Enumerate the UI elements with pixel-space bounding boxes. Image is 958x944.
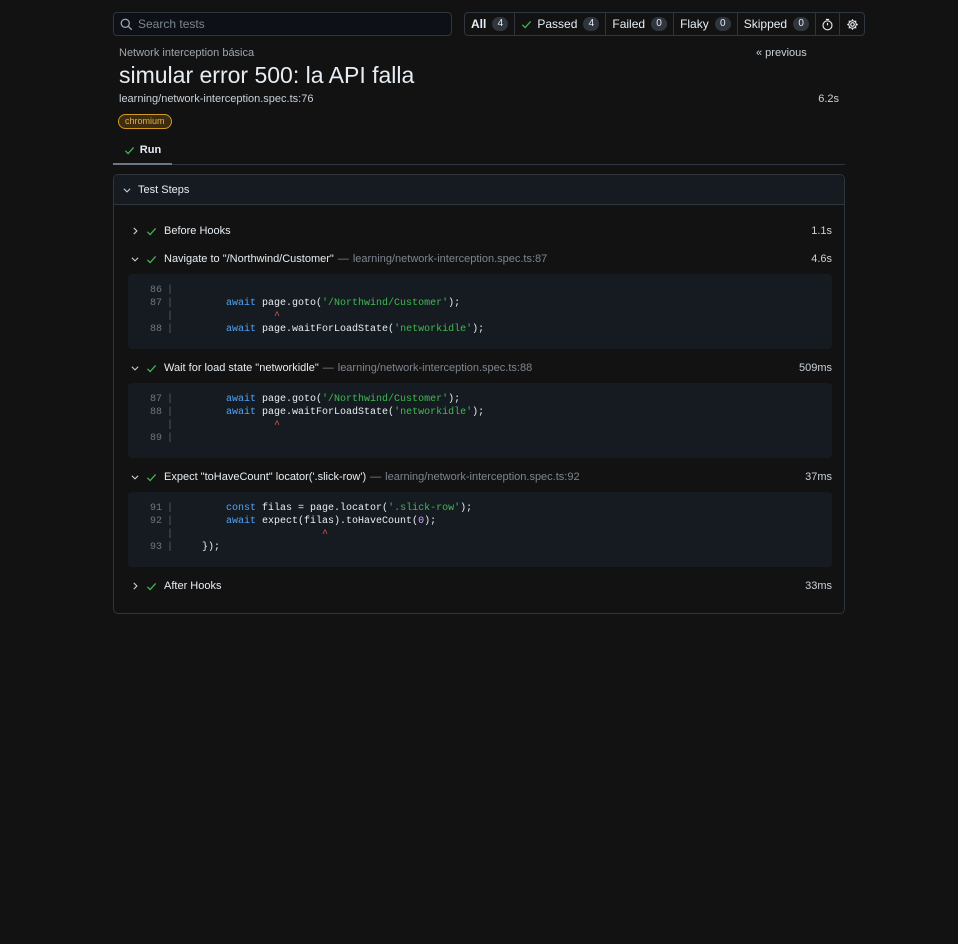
code-line: 92 | await expect(filas).toHaveCount(0); [149,516,437,527]
code-line: 91 | const filas = page.locator('.slick-r… [149,503,473,514]
chevron-down-icon [130,363,142,373]
check-icon [146,581,158,592]
filter-all[interactable]: All 4 [465,13,516,35]
step-navigate[interactable]: Navigate to "/Northwind/Customer" — lear… [130,249,832,269]
step-separator: — [322,362,334,374]
test-steps-title: Test Steps [138,183,190,196]
check-icon [146,254,158,265]
code-line: 88 | await page.waitForLoadState('network… [149,407,485,418]
filter-flaky-label: Flaky [680,17,709,31]
filter-flaky[interactable]: Flaky 0 [674,13,738,35]
project-badge[interactable]: chromium [118,114,172,129]
code-line: | ^ [166,311,281,322]
chevron-down-icon [130,254,142,264]
filter-skipped-label: Skipped [743,17,788,31]
check-icon [124,145,135,156]
code-line: 88 | await page.waitForLoadState('network… [149,324,485,335]
step-after-hooks[interactable]: After Hooks 33ms [130,576,832,596]
check-icon [146,226,158,237]
test-location: learning/network-interception.spec.ts:76 [119,93,314,105]
check-icon [146,363,158,374]
settings-button[interactable] [840,13,864,35]
chevron-down-icon [130,472,142,482]
step-time: 4.6s [811,253,832,265]
stopwatch-icon [821,18,834,31]
filter-all-label: All [471,17,487,31]
test-steps-panel: Test Steps Before Hooks 1.1s Navigate to… [113,174,845,614]
filter-flaky-count: 0 [714,17,731,31]
step-time: 37ms [805,471,832,483]
step-source-link[interactable]: learning/network-interception.spec.ts:88 [338,362,532,374]
tab-run[interactable]: Run [113,137,172,165]
code-line: | ^ [166,420,281,431]
filter-skipped-count: 0 [793,17,810,31]
timing-button[interactable] [816,13,841,35]
breadcrumb: Network interception básica [119,47,255,59]
search-icon [120,18,133,31]
filter-skipped[interactable]: Skipped 0 [738,13,817,35]
code-line: 87 | await page.goto('/Northwind/Customer… [149,394,461,405]
code-snippet: 86 | 87 | await page.goto('/Northwind/Cust… [128,274,832,349]
step-time: 509ms [798,362,832,374]
step-separator: — [337,253,349,265]
step-source-link[interactable]: learning/network-interception.spec.ts:87 [353,253,547,265]
filter-failed-label: Failed [612,17,646,31]
step-label: Wait for load state "networkidle" [164,362,319,374]
code-line: 89 | [149,433,173,444]
code-snippet: 87 | await page.goto('/Northwind/Customer… [128,383,832,458]
step-label: Expect "toHaveCount" locator('.slick-row… [164,471,367,483]
chevron-right-icon [130,226,142,236]
page-title: simular error 500: la API falla [119,62,415,88]
step-label: Navigate to "/Northwind/Customer" [164,253,334,265]
check-icon [146,472,158,483]
step-time: 1.1s [811,225,832,237]
test-duration: 6.2s [818,93,839,105]
tab-run-label: Run [139,144,162,156]
previous-link[interactable]: « previous [756,47,807,59]
tab-bar: Run [113,137,845,165]
code-line: | ^ [166,529,329,540]
search-input[interactable] [138,17,438,31]
status-filter-bar: All 4 Passed 4 Failed 0 Flaky 0 Skipped … [464,12,866,36]
chevron-right-icon [130,581,142,591]
check-icon [521,19,532,30]
step-separator: — [370,471,382,483]
filter-passed[interactable]: Passed 4 [515,13,607,35]
step-wait-load-state[interactable]: Wait for load state "networkidle" — lear… [130,358,832,378]
code-line: 93 | }); [149,542,221,553]
search-box[interactable] [113,12,452,36]
code-line: 86 | [149,285,173,296]
step-label: After Hooks [164,580,222,592]
filter-passed-count: 4 [583,17,600,31]
filter-failed[interactable]: Failed 0 [606,13,675,35]
filter-all-count: 4 [492,17,509,31]
step-before-hooks[interactable]: Before Hooks 1.1s [130,221,832,241]
code-line: 87 | await page.goto('/Northwind/Customer… [149,298,461,309]
chevron-down-icon [122,185,132,195]
filter-failed-count: 0 [651,17,668,31]
step-source-link[interactable]: learning/network-interception.spec.ts:92 [385,471,579,483]
filter-passed-label: Passed [537,17,578,31]
code-snippet: 91 | const filas = page.locator('.slick-r… [128,492,832,567]
step-time: 33ms [805,580,832,592]
step-label: Before Hooks [164,225,231,237]
test-steps-header[interactable]: Test Steps [114,175,844,205]
step-expect[interactable]: Expect "toHaveCount" locator('.slick-row… [130,467,832,487]
gear-icon [846,18,859,31]
